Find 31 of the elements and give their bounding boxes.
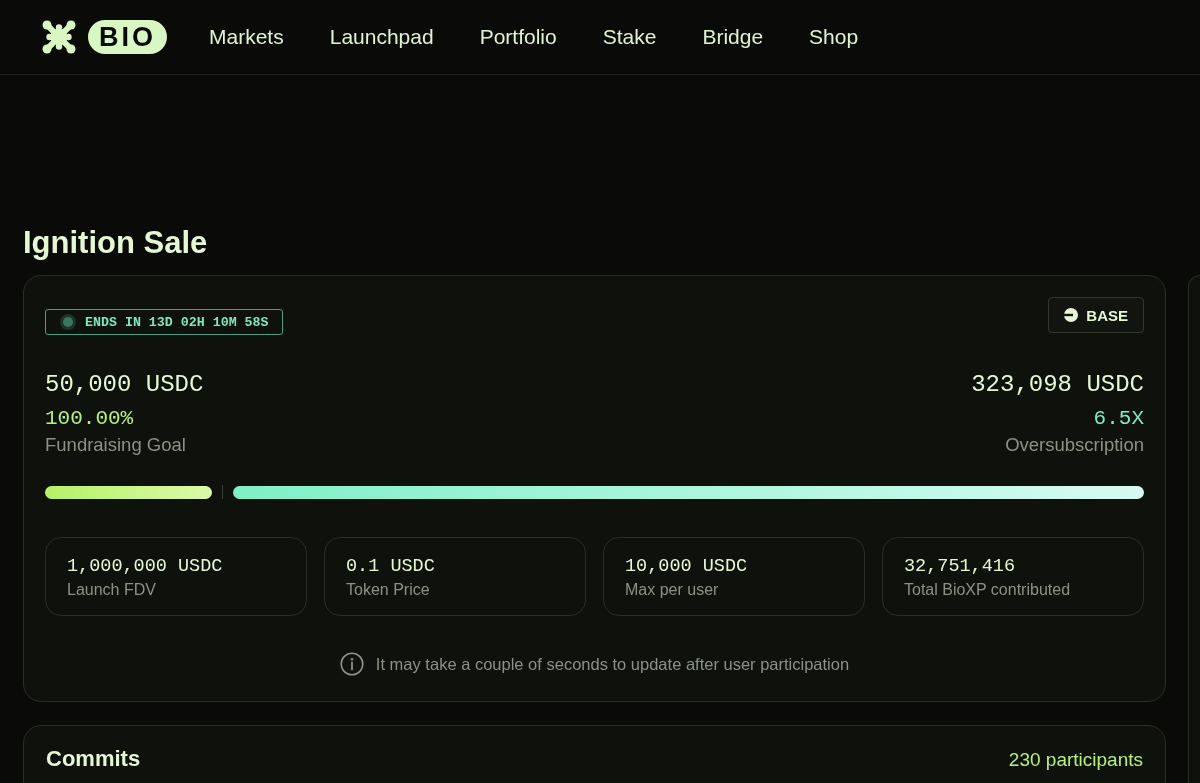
stat-label: Token Price xyxy=(346,580,430,600)
goal-label: Fundraising Goal xyxy=(45,433,186,457)
splat-logo-icon[interactable] xyxy=(42,20,76,54)
participants-count: 230 participants xyxy=(1008,748,1143,772)
stat-value: 32,751,416 xyxy=(904,555,1016,579)
info-icon xyxy=(339,652,364,676)
goal-amount: 50,000 USDC xyxy=(45,370,204,400)
disc-icon xyxy=(1064,308,1079,322)
countdown-text: ENDS IN 13D 02H 10M 58S xyxy=(85,314,269,330)
nav-link[interactable]: Stake xyxy=(602,25,657,49)
oversubscription-multiple: 6.5X xyxy=(1093,406,1144,432)
logo-wordmark[interactable]: BIO xyxy=(88,20,167,54)
nav-link[interactable]: Portfolio xyxy=(479,25,557,49)
stat-label: Launch FDV xyxy=(67,580,156,600)
goal-percent: 100.00% xyxy=(45,406,134,432)
nav-link[interactable]: Shop xyxy=(809,25,859,49)
stat-label: Total BioXP contributed xyxy=(904,580,1071,600)
stat-value: 1,000,000 USDC xyxy=(67,555,223,579)
nav-link[interactable]: Bridge xyxy=(702,25,764,49)
nav-link[interactable]: Markets xyxy=(209,25,284,49)
stat-label: Max per user xyxy=(625,580,719,600)
nav-link[interactable]: Launchpad xyxy=(329,25,434,49)
oversubscription-label: Oversubscription xyxy=(1005,433,1144,457)
info-note: It may take a couple of seconds to update after user participation xyxy=(375,654,850,675)
section-title: Commits xyxy=(46,746,141,772)
status-dot-icon xyxy=(60,314,76,330)
network-label: BASE xyxy=(1086,306,1128,324)
stat-value: 0.1 USDC xyxy=(346,555,435,579)
raised-amount: 323,098 USDC xyxy=(971,370,1144,400)
page-title: Ignition Sale xyxy=(23,225,209,261)
stat-value: 10,000 USDC xyxy=(625,555,748,579)
